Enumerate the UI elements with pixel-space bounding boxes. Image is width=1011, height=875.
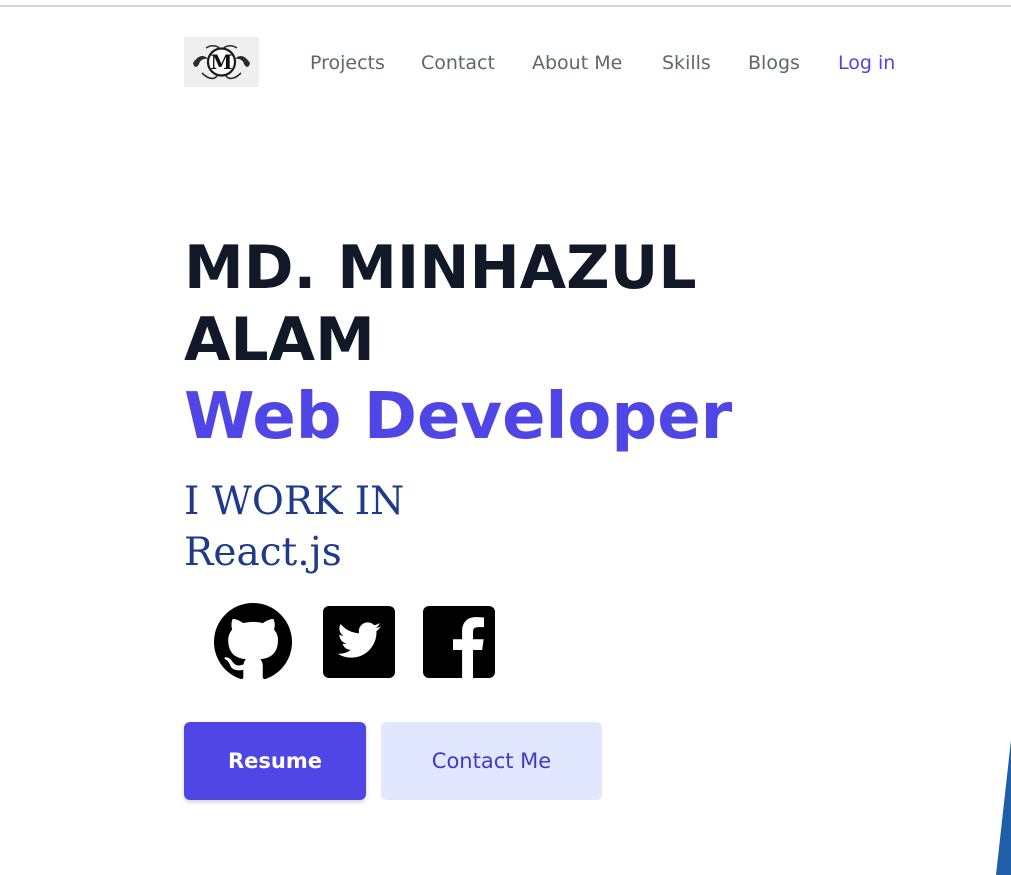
logo-letter: M [210, 50, 232, 74]
contact-me-button[interactable]: Contact Me [381, 722, 602, 800]
top-divider [0, 5, 1011, 7]
site-logo[interactable]: M [184, 37, 259, 87]
twitter-icon [323, 606, 395, 678]
resume-button[interactable]: Resume [184, 722, 366, 800]
top-navbar: M Projects Contact About Me Skills Blogs… [184, 37, 896, 87]
github-link[interactable] [214, 603, 292, 681]
work-technology: React.js [184, 530, 342, 575]
hero-name-line2: ALAM [184, 305, 375, 375]
nav-link-log-in[interactable]: Log in [838, 51, 895, 75]
work-label: I WORK IN [184, 479, 405, 524]
nav-link-projects[interactable]: Projects [310, 51, 385, 75]
facebook-link[interactable] [423, 606, 495, 678]
nav-link-contact[interactable]: Contact [421, 51, 495, 75]
nav-link-skills[interactable]: Skills [662, 51, 711, 75]
hero-role: Web Developer [184, 380, 733, 454]
facebook-icon [423, 606, 495, 678]
nav-link-blogs[interactable]: Blogs [748, 51, 800, 75]
hero-name-line1: MD. MINHAZUL [184, 233, 697, 303]
logo-emblem-icon: M [184, 37, 259, 87]
github-icon [214, 603, 292, 680]
hero-name: MD. MINHAZUL ALAM [184, 232, 844, 376]
twitter-link[interactable] [323, 606, 395, 678]
decorative-edge-shape [996, 740, 1011, 875]
hero-section: MD. MINHAZUL ALAM Web Developer [184, 232, 844, 459]
nav-link-about-me[interactable]: About Me [532, 51, 622, 75]
